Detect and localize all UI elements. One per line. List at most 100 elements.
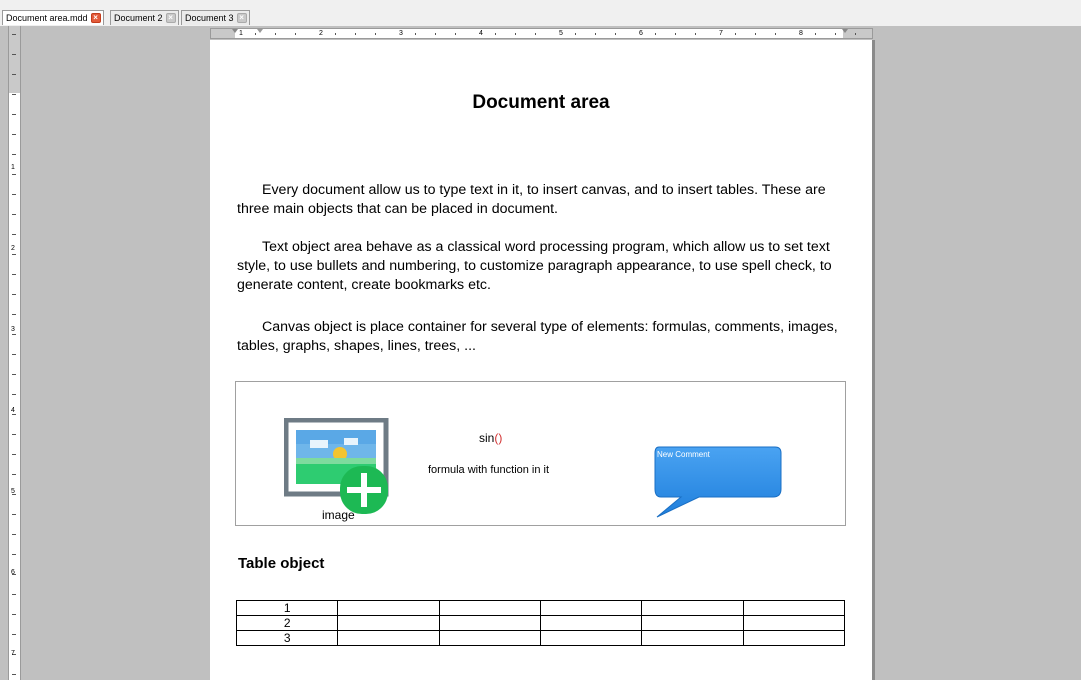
ruler-tick [12, 294, 16, 295]
ruler-tick [12, 34, 16, 35]
left-indent-marker[interactable] [232, 29, 238, 33]
ruler-tick [695, 33, 696, 35]
ruler-number: 2 [319, 30, 323, 37]
canvas-object[interactable]: image sin() formula with function in it … [235, 381, 846, 526]
first-line-indent-marker[interactable] [257, 29, 263, 33]
ruler-tick [12, 634, 16, 635]
ruler-margin [9, 26, 20, 93]
ruler-number: 4 [479, 30, 483, 37]
ruler-tick [535, 33, 536, 35]
ruler-tick [835, 33, 836, 35]
table-cell[interactable] [438, 600, 541, 616]
ruler-tick [775, 33, 776, 35]
horizontal-ruler[interactable]: 1 2 3 4 5 6 7 8 [210, 28, 873, 39]
ruler-tick [12, 314, 16, 315]
document-page[interactable]: Document area Every document allow us to… [210, 40, 872, 680]
tab-document-3[interactable]: Document 3 × [181, 10, 250, 25]
ruler-tick [12, 474, 16, 475]
table-cell[interactable] [337, 630, 440, 646]
ruler-tick [12, 554, 16, 555]
ruler-tick [12, 594, 16, 595]
ruler-tick [12, 674, 16, 675]
table-cell[interactable] [641, 600, 744, 616]
ruler-tick [435, 33, 436, 35]
ruler-tick [12, 74, 16, 75]
ruler-tick [295, 33, 296, 35]
ruler-tick [12, 434, 16, 435]
ruler-tick [735, 33, 736, 35]
ruler-tick [855, 33, 856, 35]
table-cell[interactable]: 2 [235, 615, 339, 631]
table-cell[interactable] [337, 600, 440, 616]
vertical-ruler[interactable]: 1 2 3 4 5 6 7 [8, 26, 21, 680]
ruler-number: 6 [639, 30, 643, 37]
ruler-tick [12, 254, 16, 255]
ruler-tick [335, 33, 336, 35]
ruler-number: 3 [399, 30, 403, 37]
table-row: 1 [235, 600, 846, 616]
table-cell[interactable] [337, 615, 440, 631]
ruler-tick [12, 94, 16, 95]
ruler-tick [675, 33, 676, 35]
table-cell[interactable] [641, 630, 744, 646]
table-cell[interactable] [742, 600, 846, 616]
image-caption: image [322, 508, 355, 522]
table-cell[interactable] [742, 615, 846, 631]
ruler-tick [12, 234, 16, 235]
ruler-tick [495, 33, 496, 35]
ruler-number: 4 [11, 407, 15, 414]
table-cell[interactable] [742, 630, 846, 646]
ruler-number: 7 [11, 650, 15, 657]
ruler-tick [12, 374, 16, 375]
ruler-tick [815, 33, 816, 35]
table-cell[interactable] [539, 630, 643, 646]
ruler-tick [12, 114, 16, 115]
ruler-tick [655, 33, 656, 35]
table-object[interactable]: 123 [235, 600, 846, 646]
document-title: Document area [472, 92, 610, 113]
ruler-number: 3 [11, 326, 15, 333]
ruler-tick [355, 33, 356, 35]
table-cell[interactable] [641, 615, 744, 631]
table-cell[interactable] [438, 630, 541, 646]
ruler-tick [515, 33, 516, 35]
formula-caption: formula with function in it [428, 464, 550, 476]
table-row: 3 [235, 630, 846, 646]
formula-function: sin [479, 431, 495, 445]
ruler-tick [12, 414, 16, 415]
right-indent-marker[interactable] [842, 29, 848, 33]
ruler-number: 7 [719, 30, 723, 37]
table-cell[interactable]: 3 [235, 630, 339, 646]
tab-document-2[interactable]: Document 2 × [110, 10, 179, 25]
tab-bar: Document area.mdd × Document 2 × Documen… [0, 0, 1081, 26]
table-cell[interactable] [438, 615, 541, 631]
ruler-tick [615, 33, 616, 35]
ruler-number: 2 [11, 245, 15, 252]
paragraph[interactable]: Canvas object is place container for sev… [237, 318, 852, 356]
ruler-number: 5 [559, 30, 563, 37]
close-icon[interactable]: × [90, 13, 101, 23]
ruler-tick [12, 194, 16, 195]
ruler-tick [12, 614, 16, 615]
ruler-tick [595, 33, 596, 35]
tab-document-area[interactable]: Document area.mdd × [2, 10, 104, 25]
table-cell[interactable] [539, 615, 643, 631]
ruler-tick [575, 33, 576, 35]
paragraph[interactable]: Text object area behave as a classical w… [237, 238, 852, 295]
close-icon[interactable]: × [236, 13, 247, 23]
ruler-tick [12, 54, 16, 55]
table-cell[interactable] [539, 600, 643, 616]
formula[interactable]: sin() [479, 431, 502, 445]
close-icon[interactable]: × [165, 13, 176, 23]
comment-text[interactable]: New Comment [657, 450, 710, 459]
ruler-tick [12, 214, 16, 215]
ruler-tick [12, 514, 16, 515]
ruler-tick [12, 274, 16, 275]
table-cell[interactable]: 1 [235, 600, 339, 616]
ruler-tick [12, 334, 16, 335]
tab-label: Document 3 [185, 13, 234, 23]
ruler-tick [12, 154, 16, 155]
ruler-tick [12, 394, 16, 395]
paragraph[interactable]: Every document allow us to type text in … [237, 181, 852, 219]
ruler-number: 6 [11, 569, 15, 576]
